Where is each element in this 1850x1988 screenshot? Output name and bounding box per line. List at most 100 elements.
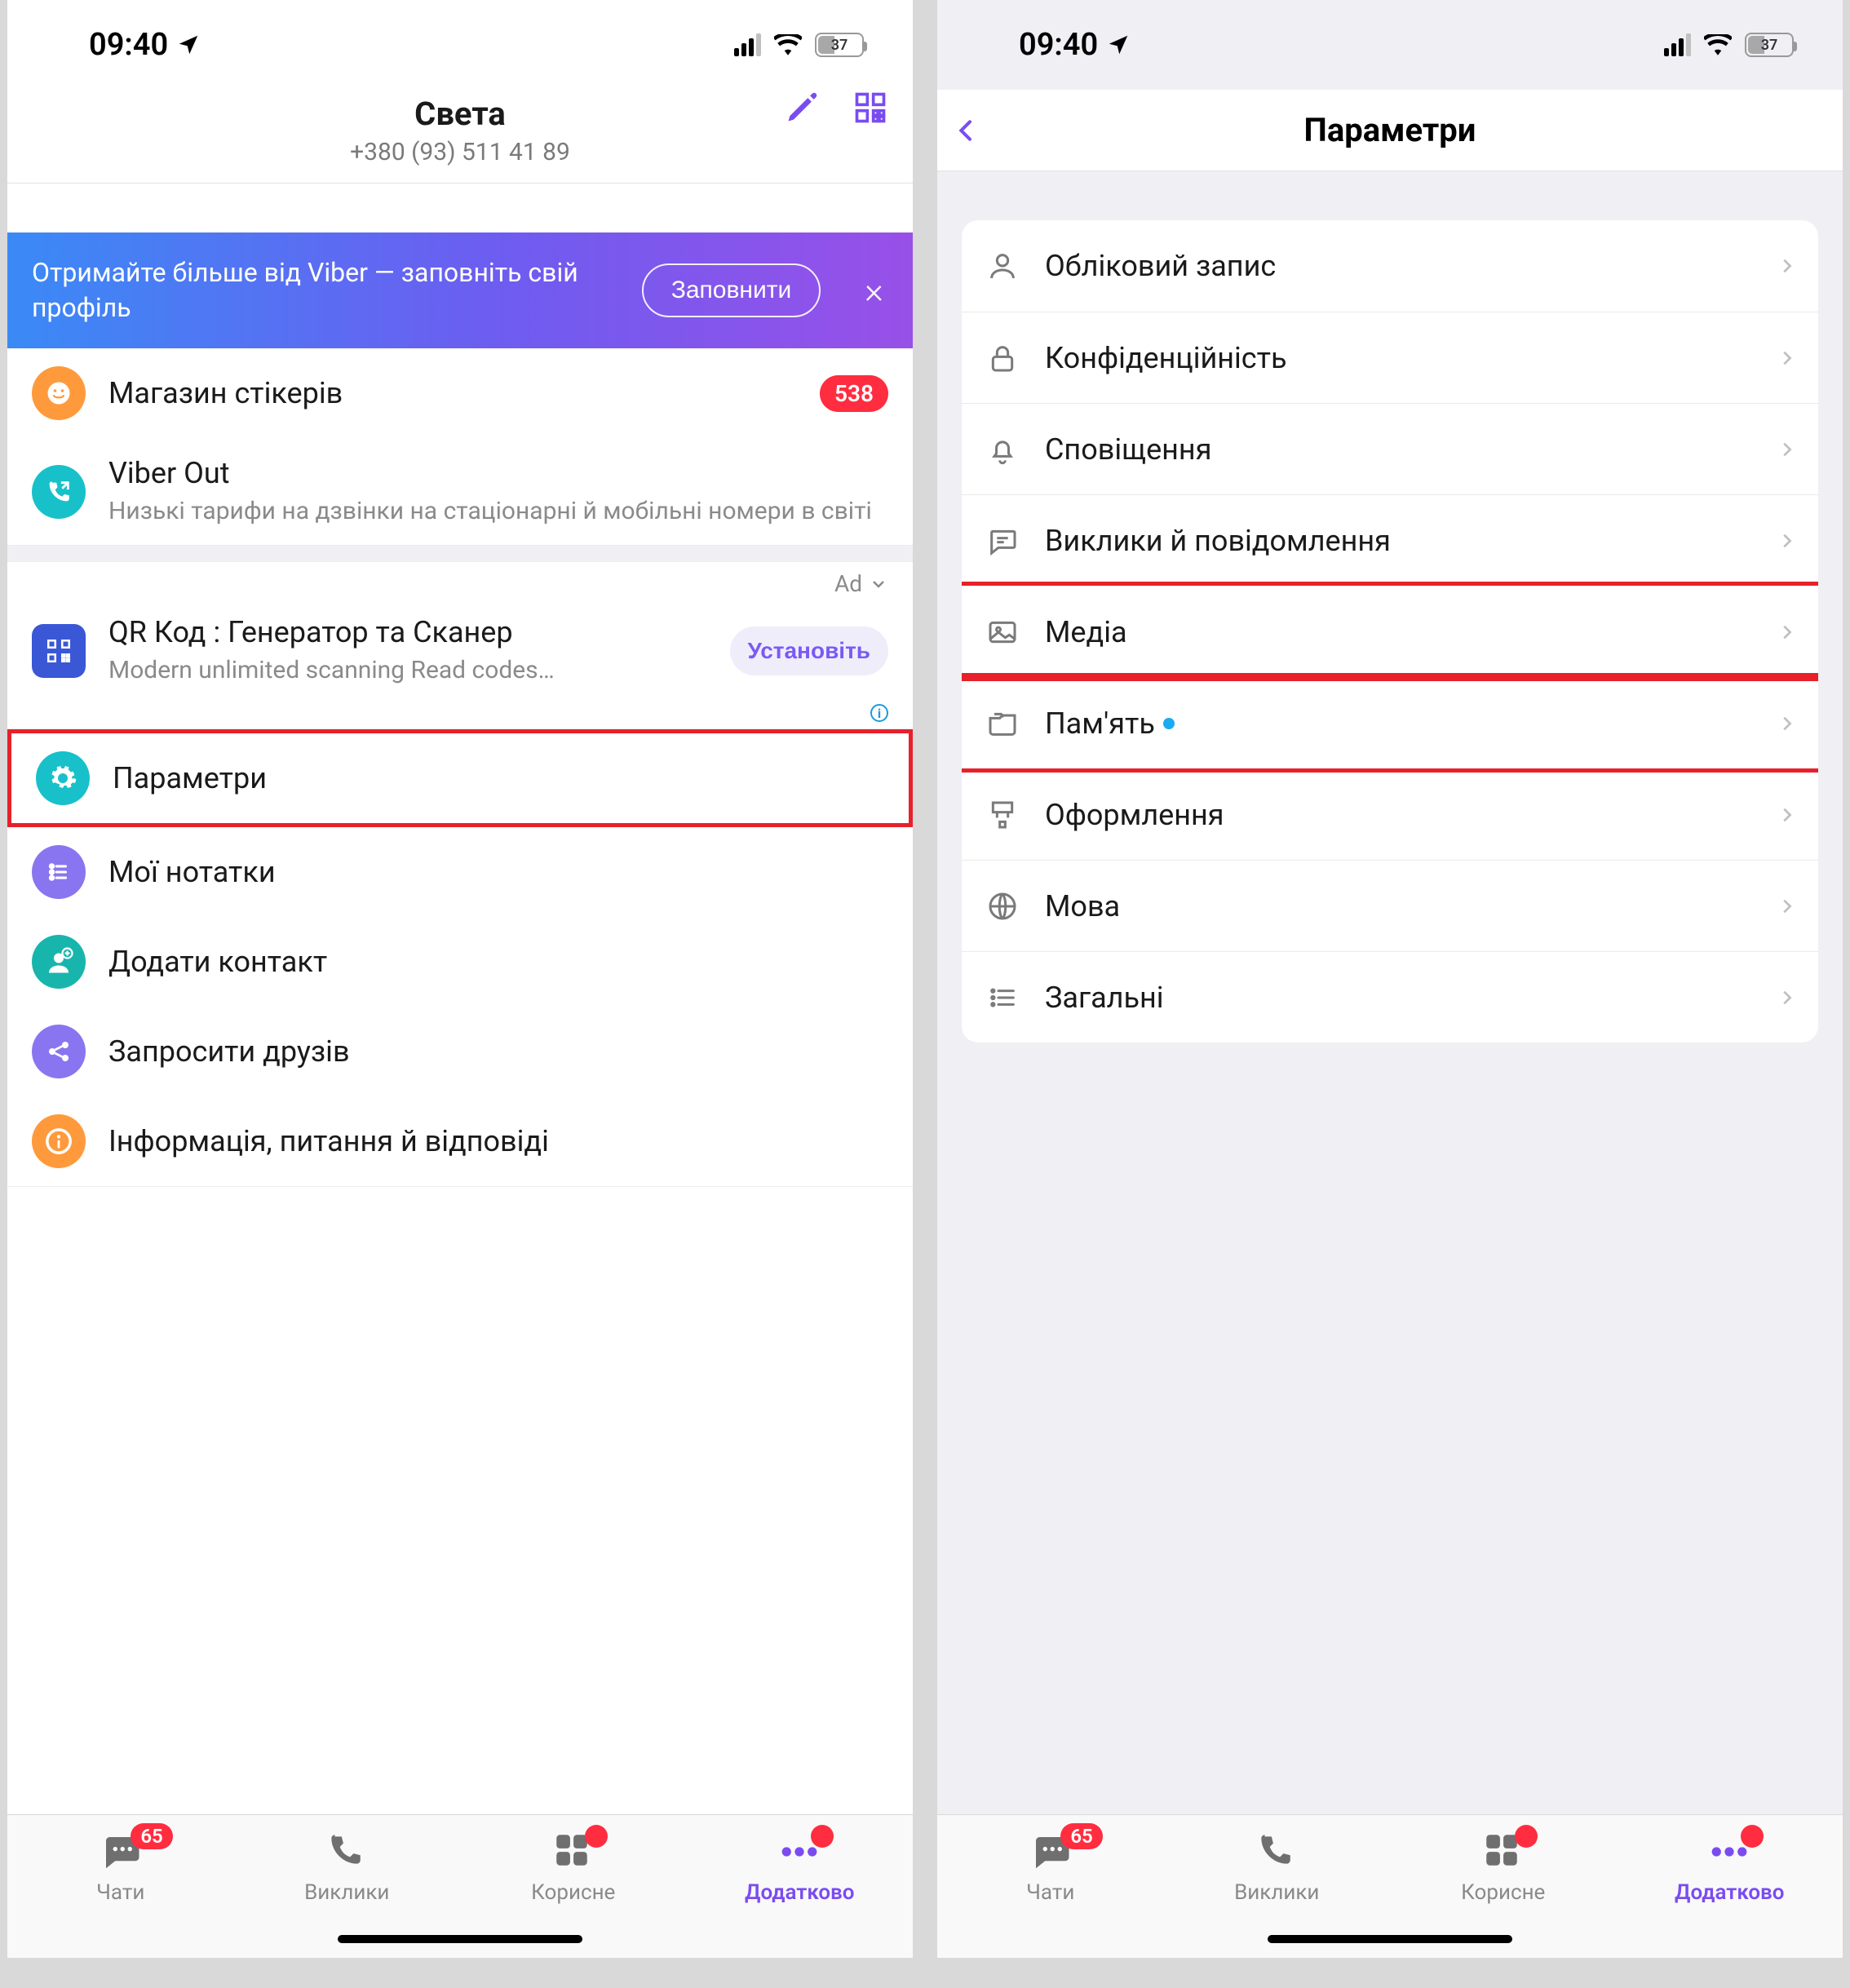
chevron-right-icon [1777, 257, 1795, 275]
menu-info-label: Інформація, питання й відповіді [108, 1124, 888, 1158]
sticker-icon [44, 379, 73, 408]
chats-badge: 65 [131, 1823, 172, 1849]
menu-invite-label: Запросити друзів [108, 1034, 888, 1069]
ad-chevron-icon[interactable] [869, 574, 888, 594]
more-dot [1741, 1825, 1764, 1848]
tab-calls-label: Виклики [1234, 1880, 1319, 1905]
brush-icon [986, 799, 1019, 831]
tab-calls[interactable]: Виклики [265, 1830, 428, 1905]
notes-icon [45, 858, 73, 886]
back-button[interactable] [954, 114, 980, 147]
menu-add-contact[interactable]: Додати контакт [7, 917, 913, 1007]
ad-item[interactable]: QR Код : Генератор та Сканер Modern unli… [7, 597, 913, 704]
edit-icon[interactable] [784, 90, 820, 126]
row-storage-label: Пам'ять [1045, 706, 1155, 741]
ad-sub: Modern unlimited scanning Read codes… [108, 654, 707, 686]
row-storage[interactable]: Пам'ять [962, 677, 1818, 768]
battery-indicator: 37 [815, 33, 864, 57]
more-dot [811, 1825, 834, 1848]
menu-add-contact-label: Додати контакт [108, 945, 888, 979]
menu-notes-label: Мої нотатки [108, 855, 888, 889]
tab-chats-label: Чати [1026, 1880, 1074, 1905]
chevron-right-icon [1777, 715, 1795, 733]
menu-notes[interactable]: Мої нотатки [7, 827, 913, 917]
menu-stickers-label: Магазин стікерів [108, 376, 797, 410]
menu-stickers[interactable]: Магазин стікерів 538 [7, 348, 913, 438]
row-account[interactable]: Обліковий запис [962, 220, 1818, 312]
viber-out-sub: Низькі тарифи на дзвінки на стаціонарні … [108, 495, 888, 527]
tab-more[interactable]: Додатково [718, 1830, 881, 1905]
tab-calls-label: Виклики [304, 1880, 389, 1905]
phone-icon [1255, 1830, 1295, 1871]
folder-icon [986, 707, 1019, 740]
banner-text: Отримайте більше від Viber — заповніть с… [32, 255, 603, 325]
menu-viber-out[interactable]: Viber Out Низькі тарифи на дзвінки на ст… [7, 438, 913, 545]
tab-calls[interactable]: Виклики [1195, 1830, 1358, 1905]
stickers-badge: 538 [820, 375, 888, 412]
promo-banner: Отримайте більше від Viber — заповніть с… [7, 232, 913, 348]
banner-close-icon[interactable]: × [860, 269, 888, 312]
tab-more[interactable]: Додатково [1648, 1830, 1811, 1905]
tab-bar: 65 Чати Виклики Корисне Додатково [7, 1814, 913, 1958]
ad-title: QR Код : Генератор та Сканер [108, 615, 707, 649]
useful-dot [1515, 1825, 1538, 1848]
ad-info-icon[interactable]: i [870, 704, 888, 722]
tab-useful-label: Корисне [531, 1880, 615, 1905]
location-icon [176, 33, 201, 57]
info-icon [45, 1127, 73, 1155]
tab-chats[interactable]: 65 Чати [39, 1830, 202, 1905]
ad-qr-icon [45, 637, 73, 665]
row-media-label: Медіа [1045, 615, 1753, 649]
status-time: 09:40 [89, 27, 168, 63]
menu-info[interactable]: Інформація, питання й відповіді [7, 1096, 913, 1186]
ad-install-button[interactable]: Установіть [730, 627, 888, 675]
add-contact-icon [44, 947, 73, 976]
row-privacy[interactable]: Конфіденційність [962, 312, 1818, 403]
storage-dot-indicator [1163, 718, 1175, 729]
row-calls-messages[interactable]: Виклики й повідомлення [962, 494, 1818, 586]
tab-chats[interactable]: 65 Чати [969, 1830, 1132, 1905]
ad-label: Ad [834, 570, 862, 597]
menu-settings[interactable]: Параметри [11, 733, 909, 823]
menu-settings-label: Параметри [113, 761, 884, 795]
chats-badge: 65 [1060, 1823, 1102, 1849]
wifi-icon [774, 34, 802, 55]
tab-useful[interactable]: Корисне [1422, 1830, 1585, 1905]
lock-icon [986, 342, 1019, 374]
wifi-icon [1704, 34, 1732, 55]
home-indicator [1268, 1935, 1512, 1943]
tab-useful[interactable]: Корисне [492, 1830, 655, 1905]
phone-icon [325, 1830, 365, 1871]
status-time: 09:40 [1019, 27, 1098, 63]
gear-icon [48, 764, 77, 793]
tab-useful-label: Корисне [1461, 1880, 1545, 1905]
profile-header: Света +380 (93) 511 41 89 [7, 90, 913, 184]
row-appearance-label: Оформлення [1045, 798, 1753, 832]
chevron-right-icon [1777, 623, 1795, 641]
row-privacy-label: Конфіденційність [1045, 341, 1753, 375]
cell-signal-icon [734, 33, 761, 56]
phone-out-icon [45, 478, 73, 506]
chevron-right-icon [1777, 441, 1795, 458]
image-icon [986, 616, 1019, 649]
row-general[interactable]: Загальні [962, 951, 1818, 1043]
row-notifications[interactable]: Сповіщення [962, 403, 1818, 494]
tab-bar: 65 Чати Виклики Корисне Додатково [937, 1814, 1843, 1958]
phone-screen-more: 09:40 37 Света +380 (93) 511 41 89 Отрим… [7, 0, 913, 1958]
banner-fill-button[interactable]: Заповнити [642, 263, 821, 317]
row-language-label: Мова [1045, 889, 1753, 923]
qr-code-icon[interactable] [852, 90, 888, 126]
row-language[interactable]: Мова [962, 860, 1818, 951]
row-appearance[interactable]: Оформлення [962, 768, 1818, 860]
cell-signal-icon [1664, 33, 1691, 56]
menu-invite[interactable]: Запросити друзів [7, 1007, 913, 1096]
message-icon [986, 525, 1019, 557]
row-general-label: Загальні [1045, 981, 1753, 1015]
row-media[interactable]: Медіа [962, 586, 1818, 677]
home-indicator [338, 1935, 582, 1943]
share-icon [46, 1038, 72, 1065]
phone-screen-settings: 09:40 37 Параметри Обліковий запис Конфі… [937, 0, 1843, 1958]
profile-phone: +380 (93) 511 41 89 [7, 138, 913, 166]
globe-icon [986, 890, 1019, 923]
nav-title: Параметри [937, 111, 1843, 149]
